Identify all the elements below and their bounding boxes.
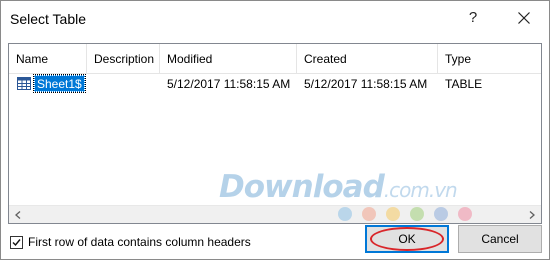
column-header-modified[interactable]: Modified (160, 44, 296, 74)
column-header-created[interactable]: Created (297, 44, 437, 74)
watermark-dot (338, 207, 352, 221)
chevron-right-icon (529, 211, 535, 219)
watermark-logo: Download.com.vn (219, 169, 458, 205)
scroll-left-button[interactable] (9, 206, 27, 223)
column-header-type[interactable]: Type (438, 44, 541, 74)
close-icon (518, 12, 530, 24)
watermark-tld: .com.vn (383, 178, 458, 202)
chevron-left-icon (15, 211, 21, 219)
description-cell (94, 74, 159, 94)
dialog-footer: First row of data contains column header… (1, 225, 549, 259)
watermark-dot (362, 207, 376, 221)
table-name: Sheet1$ (33, 74, 86, 93)
table-row[interactable]: Sheet1$ 5/12/2017 11:58:15 AM 5/12/2017 … (9, 74, 541, 94)
help-button[interactable]: ? (458, 5, 488, 31)
first-row-headers-checkbox[interactable] (10, 236, 23, 249)
column-header-description[interactable]: Description (87, 44, 159, 74)
title-bar: Select Table ? (1, 1, 549, 35)
watermark-dot (434, 207, 448, 221)
first-row-headers-label[interactable]: First row of data contains column header… (28, 235, 251, 249)
created-cell: 5/12/2017 11:58:15 AM (304, 77, 428, 91)
column-header-name[interactable]: Name (9, 44, 86, 74)
checkmark-icon (12, 239, 21, 247)
watermark-dot (458, 207, 472, 221)
watermark-dots (338, 207, 478, 223)
scroll-right-button[interactable] (523, 206, 541, 223)
watermark-dot (386, 207, 400, 221)
close-button[interactable] (507, 5, 541, 31)
watermark-dot (410, 207, 424, 221)
select-table-dialog: Select Table ? Name Description Modified… (0, 0, 550, 260)
type-cell: TABLE (445, 77, 483, 91)
watermark-brand: Download (219, 169, 385, 205)
cancel-button[interactable]: Cancel (458, 225, 542, 253)
dialog-title: Select Table (10, 11, 87, 27)
column-header-row: Name Description Modified Created Type (9, 44, 541, 74)
ok-button[interactable]: OK (365, 225, 449, 253)
table-icon (17, 77, 31, 90)
name-cell: Sheet1$ (14, 74, 89, 94)
modified-cell: 5/12/2017 11:58:15 AM (167, 77, 291, 91)
